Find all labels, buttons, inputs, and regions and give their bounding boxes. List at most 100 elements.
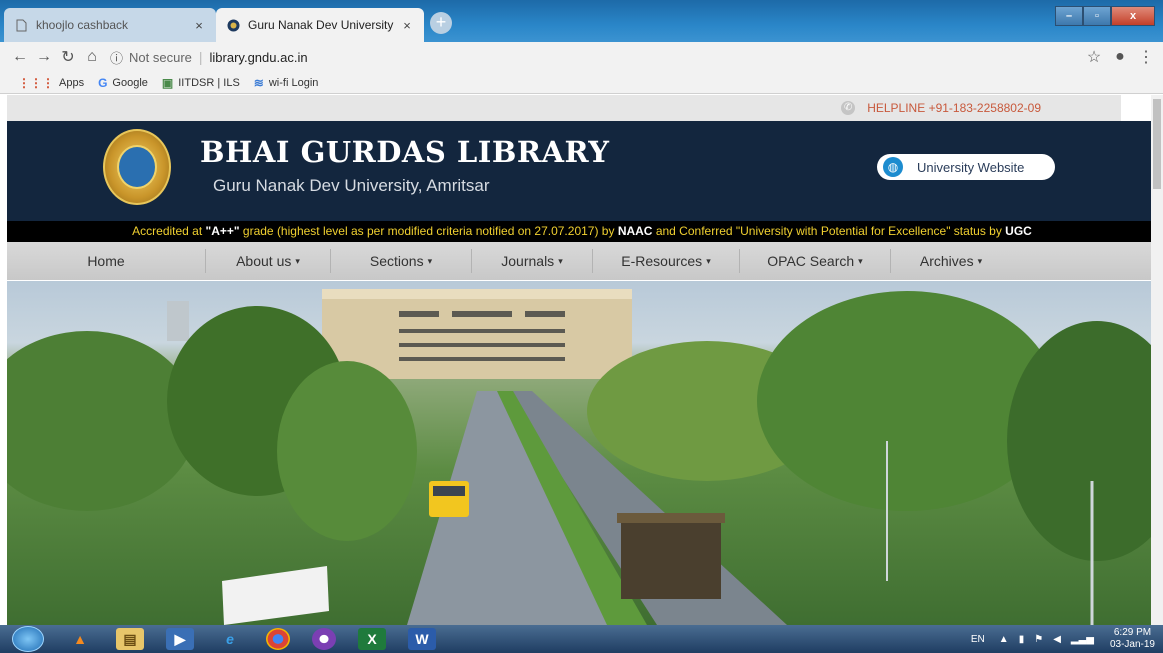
language-indicator[interactable]: EN bbox=[971, 634, 985, 645]
bookmark-google[interactable]: G Google bbox=[98, 76, 148, 90]
star-bookmark-icon[interactable]: ☆ bbox=[1081, 47, 1107, 67]
vpn-shield-icon[interactable] bbox=[312, 628, 336, 650]
new-tab-button[interactable]: + bbox=[430, 12, 452, 34]
campus-illustration bbox=[7, 289, 1157, 625]
maximize-button[interactable]: ▫ bbox=[1083, 6, 1111, 26]
forward-arrow-icon[interactable]: → bbox=[32, 48, 56, 66]
volume-icon[interactable]: ◀ bbox=[1053, 634, 1061, 645]
show-hidden-icons-icon[interactable]: ▲ bbox=[999, 634, 1009, 645]
start-button[interactable] bbox=[12, 626, 44, 652]
home-icon[interactable]: ⌂ bbox=[80, 48, 104, 66]
accreditation-banner: Accredited at "A++" grade (highest level… bbox=[7, 221, 1157, 242]
internet-explorer-icon[interactable]: e bbox=[216, 628, 244, 650]
chevron-down-icon: ▾ bbox=[427, 255, 433, 266]
browser-title-bar: khoojlo cashback × Guru Nanak Dev Univer… bbox=[0, 0, 1163, 42]
university-website-button[interactable]: ◍ University Website bbox=[877, 154, 1055, 180]
action-center-flag-icon[interactable]: ⚑ bbox=[1034, 634, 1043, 645]
bookmark-label: Google bbox=[112, 76, 148, 89]
nav-label: Journals bbox=[501, 253, 555, 269]
excel-icon[interactable]: X bbox=[358, 628, 386, 650]
apps-grid-icon: ⋮⋮⋮ bbox=[18, 75, 54, 90]
vlc-icon[interactable]: ▲ bbox=[66, 628, 94, 650]
tree-cluster-left bbox=[7, 331, 197, 511]
university-logo[interactable] bbox=[103, 129, 171, 205]
menu-kebab-icon[interactable]: ⋮ bbox=[1133, 47, 1159, 67]
accred-text-3: and Conferred "University with Potential… bbox=[652, 224, 1006, 238]
nav-label: E-Resources bbox=[621, 253, 703, 269]
close-window-button[interactable]: x bbox=[1111, 6, 1155, 26]
chevron-down-icon: ▾ bbox=[558, 255, 563, 266]
url-field[interactable]: ⓘ Not secure | library.gndu.ac.in bbox=[110, 44, 1081, 70]
tab-close-icon[interactable]: × bbox=[400, 18, 414, 33]
tab-label: Guru Nanak Dev University bbox=[248, 18, 394, 32]
chevron-down-icon: ▾ bbox=[706, 255, 711, 266]
clock-date: 03-Jan-19 bbox=[1109, 639, 1155, 650]
url-text[interactable]: library.gndu.ac.in bbox=[210, 50, 308, 65]
nav-label: Home bbox=[87, 253, 125, 269]
site-subtitle: Guru Nanak Dev University, Amritsar bbox=[213, 176, 490, 195]
phone-icon: ✆ bbox=[841, 101, 856, 115]
account-icon[interactable]: ● bbox=[1107, 48, 1133, 66]
logo-emblem-icon bbox=[117, 145, 157, 189]
nav-sections[interactable]: Sections ▾ bbox=[331, 242, 471, 280]
page-scrollbar[interactable] bbox=[1151, 95, 1163, 625]
tab-khoojlo[interactable]: khoojlo cashback × bbox=[4, 8, 216, 42]
minimize-button[interactable]: – bbox=[1055, 6, 1083, 26]
system-tray: EN ▲ ▮ ⚑ ◀ ▂▃▅ 6:29 PM 03-Jan-19 bbox=[971, 625, 1155, 653]
google-icon: G bbox=[98, 75, 108, 90]
bookmark-apps[interactable]: ⋮⋮⋮ Apps bbox=[18, 76, 84, 90]
entrance-gate bbox=[621, 519, 721, 599]
bookmark-ils[interactable]: ▣ IITDSR | ILS bbox=[162, 76, 240, 90]
tab-label: khoojlo cashback bbox=[36, 18, 129, 32]
accred-naac: NAAC bbox=[617, 224, 653, 238]
scrollbar-thumb[interactable] bbox=[1153, 99, 1161, 189]
chevron-down-icon: ▾ bbox=[858, 255, 863, 266]
tab-close-icon[interactable]: × bbox=[192, 18, 206, 33]
bookmarks-bar: ⋮⋮⋮ Apps G Google ▣ IITDSR | ILS ≋ wi-fi… bbox=[0, 72, 1163, 94]
window-controls: – ▫ x bbox=[1055, 6, 1155, 26]
word-icon[interactable]: W bbox=[408, 628, 436, 650]
bookmark-wifi[interactable]: ≋ wi-fi Login bbox=[254, 76, 319, 90]
tree-cluster-mid bbox=[277, 361, 417, 541]
accred-ugc: UGC bbox=[1005, 224, 1032, 238]
bus-window bbox=[433, 486, 465, 496]
bookmark-label: wi-fi Login bbox=[268, 76, 319, 89]
bookmark-label: IITDSR | ILS bbox=[178, 76, 240, 89]
nav-home[interactable]: Home bbox=[7, 242, 205, 280]
nav-label: About us bbox=[236, 253, 292, 269]
nav-label: OPAC Search bbox=[767, 253, 855, 269]
url-separator: | bbox=[198, 49, 203, 65]
wifi-icon: ≋ bbox=[253, 75, 264, 90]
globe-icon: ◍ bbox=[883, 157, 903, 177]
chevron-down-icon: ▾ bbox=[977, 255, 983, 266]
page-icon bbox=[14, 18, 28, 32]
nav-label: Archives bbox=[919, 253, 974, 269]
clock[interactable]: 6:29 PM 03-Jan-19 bbox=[1110, 627, 1155, 651]
nav-label: Sections bbox=[369, 253, 424, 269]
helpline-strip: ✆ HELPLINE +91-183-2258802-09 bbox=[7, 95, 1121, 121]
info-icon[interactable]: ⓘ bbox=[110, 48, 123, 67]
nav-opac-search[interactable]: OPAC Search ▾ bbox=[740, 242, 890, 280]
accred-text-1: Accredited at bbox=[132, 224, 206, 238]
nav-about-us[interactable]: About us ▾ bbox=[206, 242, 330, 280]
network-signal-icon[interactable]: ▂▃▅ bbox=[1071, 634, 1094, 645]
clock-time: 6:29 PM bbox=[1113, 627, 1152, 638]
back-arrow-icon[interactable]: ← bbox=[8, 48, 32, 66]
web-page: ✆ HELPLINE +91-183-2258802-09 BHAI GURDA… bbox=[0, 95, 1163, 625]
battery-icon[interactable]: ▮ bbox=[1019, 634, 1025, 645]
nav-e-resources[interactable]: E-Resources ▾ bbox=[593, 242, 739, 280]
ils-icon: ▣ bbox=[161, 75, 174, 90]
media-player-icon[interactable]: ▶ bbox=[166, 628, 194, 650]
file-explorer-icon[interactable]: ▤ bbox=[116, 628, 144, 650]
campus-hero-image bbox=[7, 281, 1157, 625]
tab-gndu[interactable]: Guru Nanak Dev University × bbox=[216, 8, 424, 42]
address-bar: ← → ↻ ⌂ ⓘ Not secure | library.gndu.ac.i… bbox=[0, 42, 1163, 72]
chrome-icon[interactable] bbox=[266, 628, 290, 650]
reload-icon[interactable]: ↻ bbox=[56, 47, 80, 67]
windows-taskbar: ▲ ▤ ▶ e X W EN ▲ ▮ ⚑ ◀ ▂▃▅ 6:29 PM 03-Ja… bbox=[0, 625, 1163, 653]
site-header: BHAI GURDAS LIBRARY Guru Nanak Dev Unive… bbox=[7, 121, 1157, 221]
nav-archives[interactable]: Archives ▾ bbox=[891, 242, 1011, 280]
gndu-favicon-icon bbox=[226, 18, 240, 32]
helpline-text: HELPLINE +91-183-2258802-09 bbox=[867, 101, 1041, 115]
nav-journals[interactable]: Journals ▾ bbox=[472, 242, 592, 280]
